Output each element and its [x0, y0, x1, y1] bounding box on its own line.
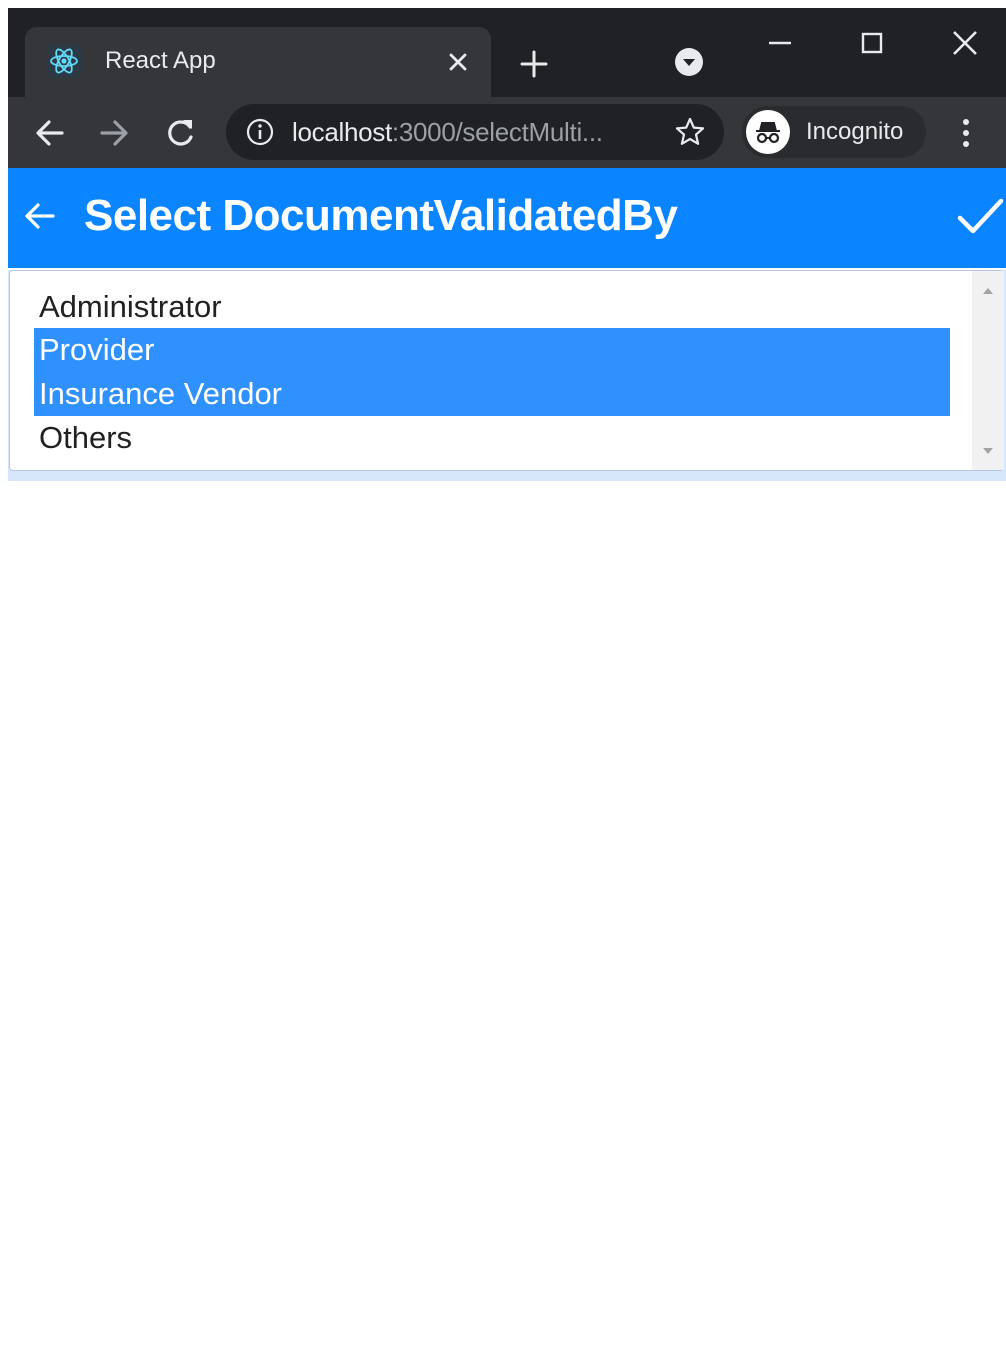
url-text[interactable]: localhost:3000/selectMulti... [292, 114, 603, 150]
browser-tab[interactable]: React App [25, 27, 491, 97]
react-logo-icon [47, 44, 81, 78]
plus-icon[interactable] [514, 44, 554, 84]
window-close-icon[interactable] [946, 24, 984, 62]
browser-toolbar: localhost:3000/selectMulti... Incognito [8, 97, 1006, 168]
url-host: localhost [292, 117, 392, 147]
minimize-icon[interactable] [763, 26, 797, 60]
url-path: :3000/selectMulti... [391, 117, 603, 147]
scrollbar[interactable] [972, 271, 1004, 470]
option-others[interactable]: Others [34, 416, 950, 460]
tab-search-icon[interactable] [672, 45, 706, 79]
reload-icon[interactable] [160, 113, 200, 153]
address-bar[interactable]: localhost:3000/selectMulti... [226, 104, 724, 160]
multi-select-list[interactable]: Administrator Provider Insurance Vendor … [9, 270, 1004, 471]
kebab-menu-icon[interactable] [950, 115, 982, 151]
option-provider[interactable]: Provider [34, 328, 950, 372]
star-icon[interactable] [672, 114, 708, 150]
tab-close-icon[interactable] [443, 47, 473, 77]
browser-window: React App localhost:3000/selectMulti... … [8, 8, 1006, 168]
arrow-left-icon[interactable] [30, 113, 70, 153]
option-insurance-vendor[interactable]: Insurance Vendor [34, 372, 950, 416]
scroll-down-icon[interactable] [980, 443, 996, 459]
tab-title: React App [105, 47, 216, 74]
app-header: Select DocumentValidatedBy [8, 168, 1006, 268]
page-title: Select DocumentValidatedBy [84, 191, 678, 240]
back-arrow-icon[interactable] [20, 196, 60, 236]
check-icon[interactable] [956, 192, 1004, 240]
incognito-label: Incognito [806, 118, 904, 145]
incognito-profile-button[interactable]: Incognito [742, 106, 926, 158]
info-icon[interactable] [244, 116, 276, 148]
maximize-icon[interactable] [855, 26, 889, 60]
arrow-right-icon[interactable] [94, 113, 134, 153]
option-administrator[interactable]: Administrator [34, 285, 950, 329]
incognito-icon [746, 110, 790, 154]
scroll-up-icon[interactable] [980, 283, 996, 299]
